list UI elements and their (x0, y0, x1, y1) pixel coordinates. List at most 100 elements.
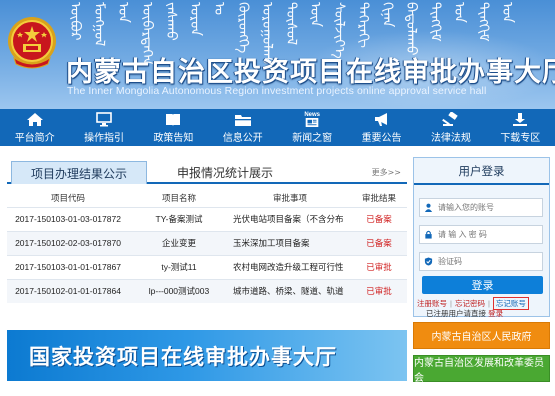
table-row[interactable]: 2017-150103-01-03-017872 TY-备案测试 光伏电站项目备… (7, 206, 407, 231)
mongol-word: ᠥᠪᠥᠷ (67, 2, 83, 41)
cell-status: 已备案 (351, 206, 407, 231)
cell-item: 农村电网改造升级工程可行性 (229, 254, 351, 279)
nav-label: 法律法规 (430, 132, 471, 144)
cell-status: 已备案 (351, 230, 407, 255)
news-icon: News (303, 112, 321, 128)
password-field[interactable] (419, 225, 543, 244)
mongol-word: ᠥᠪᠡᠷᠲᠡᠭᠡᠨ (139, 2, 155, 66)
monitor-icon (95, 112, 113, 128)
national-emblem-icon (6, 14, 58, 72)
results-tabs: 项目办理结果公示 申报情况统计展示 更多>> (7, 157, 407, 184)
table-header-row: 项目代码 项目名称 审批事项 审批结果 (7, 189, 407, 207)
mongol-word: ᠤᠨ (115, 2, 131, 23)
col-name: 项目名称 (129, 189, 229, 207)
username-field[interactable] (419, 198, 543, 217)
banner-text: 国家投资项目在线审批办事大厅 (29, 344, 337, 369)
nav-label: 平台简介 (14, 132, 55, 144)
more-link[interactable]: 更多>> (372, 167, 401, 178)
table-row[interactable]: 2017-150103-01-01-017867 ty-测试11 农村电网改造升… (7, 254, 407, 279)
mongol-word: ᠬᠥᠷᠥᠩᠭᠡ (235, 2, 251, 54)
nav-item-download[interactable]: 下载专区 (486, 109, 555, 146)
download-icon (511, 112, 529, 128)
nav-item-law[interactable]: 法律法规 (416, 109, 485, 146)
cell-item: 玉米深加工项目备案 (229, 230, 351, 255)
main-nav: 平台简介 操作指引 政策告知 信息公开 News 新闻之窗 重要公告 法律法规 … (0, 109, 555, 146)
login-note-text: 已注册用户请直接 (426, 309, 486, 318)
captcha-input[interactable] (438, 257, 538, 266)
nav-item-guide[interactable]: 操作指引 (69, 109, 138, 146)
cell-code: 2017-150102-02-03-017870 (7, 230, 129, 255)
nav-label: 新闻之窗 (292, 132, 333, 144)
table-row[interactable]: 2017-150102-01-01-017864 lp---000测试003 城… (7, 278, 407, 303)
mongol-word: ᠤᠨ (451, 2, 467, 23)
captcha-field[interactable] (419, 252, 543, 271)
login-note: 已注册用户请直接 登录 (426, 308, 503, 319)
mongol-word: ᠲᠢᠩᠬᠢᠮ (427, 2, 443, 42)
nav-item-intro[interactable]: 平台简介 (0, 109, 69, 146)
nav-label: 信息公开 (222, 132, 263, 144)
site-subtitle-en: The Inner Mongolia Autonomous Region inv… (67, 85, 487, 97)
login-title: 用户登录 (414, 158, 549, 185)
header-banner: ᠥᠪᠥᠷ ᠮᠣᠩᠭᠣᠯ ᠤᠨ ᠥᠪᠡᠷᠲᠡᠭᠡᠨ ᠵᠠᠰᠠᠬᠤ ᠣᠷᠤᠨ ᠤ ᠬ… (0, 0, 555, 109)
nav-label: 重要公告 (361, 132, 402, 144)
login-button[interactable]: 登录 (422, 276, 543, 294)
cell-status: 已审批 (351, 254, 407, 279)
nav-label: 政策告知 (153, 132, 194, 144)
table-row[interactable]: 2017-150102-02-03-017870 企业变更 玉米深加工项目备案 … (7, 230, 407, 255)
col-result: 审批结果 (351, 189, 407, 207)
shield-check-icon (424, 257, 434, 267)
nav-label: 下载专区 (500, 132, 541, 144)
col-item: 审批事项 (229, 189, 351, 207)
cell-code: 2017-150103-01-03-017872 (7, 206, 129, 231)
mongol-word: ᠲᠢᠩᠬᠢᠮ (475, 2, 491, 42)
mongol-word: ᠮᠣᠩᠭᠣᠯ (91, 2, 107, 47)
user-icon (424, 203, 434, 213)
home-icon (26, 112, 44, 128)
site-title: 内蒙古自治区投资项目在线审批办事大厅 (66, 57, 555, 88)
link-separator: | (450, 299, 452, 308)
mongol-word: ᠪᠠᠲᠤᠯᠠᠬᠤ (403, 2, 419, 56)
cell-name: TY-备案测试 (129, 206, 229, 231)
nav-item-notice[interactable]: 重要公告 (347, 109, 416, 146)
username-input[interactable] (438, 203, 538, 212)
login-panel: 用户登录 登录 注册账号 | 忘记密码 | 忘记账号 已注册用户请直接 登录 (413, 157, 550, 319)
national-platform-banner[interactable]: 国家投资项目在线审批办事大厅 (7, 330, 407, 381)
cell-name: lp---000测试003 (129, 278, 229, 303)
mongol-word: ᠳᠡᠭᠡᠷᠡᠬᠢ (355, 2, 371, 48)
login-note-link[interactable]: 登录 (488, 309, 503, 318)
mongol-word: ᠰᠦᠯᠵᠢᠶ᠎ᠡ (331, 2, 347, 59)
gov-link-button[interactable]: 内蒙古自治区人民政府 (413, 322, 550, 349)
mongol-word: ᠣᠷᠤᠨ (187, 2, 203, 36)
nav-item-policy[interactable]: 政策告知 (139, 109, 208, 146)
folder-icon (234, 112, 252, 128)
mongol-word: ᠲᠥᠰᠥᠯ (283, 2, 299, 46)
mongol-word: ᠤ (211, 2, 227, 16)
password-input[interactable] (438, 230, 538, 239)
ndrc-link-button[interactable]: 内蒙古自治区发展和改革委员会 (413, 355, 550, 384)
gavel-icon (442, 112, 460, 128)
mongol-word: ᠣᠷᠤᠭᠤᠯᠬᠤ (259, 2, 275, 67)
cell-code: 2017-150102-01-01-017864 (7, 278, 129, 303)
tab-results[interactable]: 项目办理结果公示 (11, 161, 147, 184)
nav-item-news[interactable]: News 新闻之窗 (278, 109, 347, 146)
cell-status: 已审批 (351, 278, 407, 303)
mongol-word: ᠤᠨ (499, 2, 515, 23)
cell-code: 2017-150103-01-01-017867 (7, 254, 129, 279)
mongolian-script: ᠥᠪᠥᠷ ᠮᠣᠩᠭᠣᠯ ᠤᠨ ᠥᠪᠡᠷᠲᠡᠭᠡᠨ ᠵᠠᠰᠠᠬᠤ ᠣᠷᠤᠨ ᠤ ᠬ… (66, 2, 516, 67)
cell-name: 企业变更 (129, 230, 229, 255)
cell-item: 光伏电站项目备案（不含分布 (229, 206, 351, 231)
mongol-word: ᠬᠢᠨᠠᠨ (379, 2, 395, 28)
tab-statistics[interactable]: 申报情况统计展示 (177, 161, 273, 184)
results-table: 项目代码 项目名称 审批事项 审批结果 2017-150103-01-03-01… (7, 189, 407, 303)
megaphone-icon (373, 112, 391, 128)
mongol-word: ᠦᠨ (307, 2, 323, 28)
link-separator: | (487, 299, 490, 308)
nav-label: 操作指引 (84, 132, 125, 144)
cell-item: 城市道路、桥梁、隧道、轨道 (229, 278, 351, 303)
mongol-word: ᠵᠠᠰᠠᠬᠤ (163, 2, 179, 41)
book-icon (164, 112, 182, 128)
cell-name: ty-测试11 (129, 254, 229, 279)
col-code: 项目代码 (7, 189, 129, 207)
nav-item-info[interactable]: 信息公开 (208, 109, 277, 146)
lock-icon (424, 230, 434, 240)
